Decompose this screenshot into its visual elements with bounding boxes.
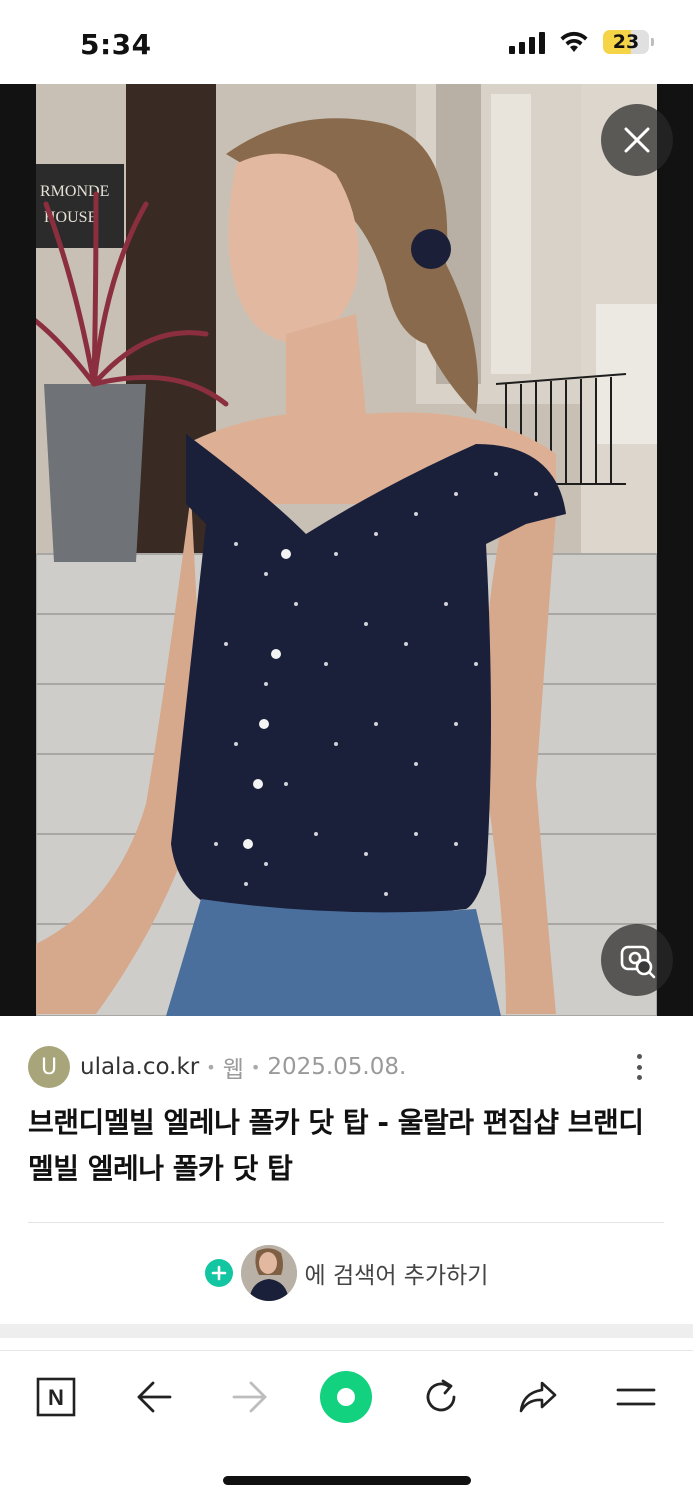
divider — [28, 1222, 664, 1223]
source-domain[interactable]: ulala.co.kr — [80, 1054, 199, 1080]
green-dot-icon — [320, 1371, 372, 1423]
section-separator — [0, 1324, 693, 1338]
status-bar: 5:34 23 — [0, 0, 693, 84]
source-type: 웹 — [222, 1057, 244, 1083]
bottom-toolbar: N — [0, 1350, 693, 1440]
menu-icon — [616, 1388, 656, 1406]
result-title[interactable]: 브랜디멜빌 엘레나 폴카 닷 탑 - 울랄라 편집샵 브랜디멜빌 엘레나 폴카 … — [28, 1100, 658, 1192]
share-icon — [519, 1381, 557, 1413]
product-photo: RMONDE HOUSE — [36, 84, 657, 1016]
forward-arrow-icon — [232, 1381, 267, 1413]
separator-dot: • — [250, 1057, 261, 1077]
photo-sign-text: RMONDE — [40, 183, 109, 200]
status-icons: 23 — [509, 30, 654, 54]
image-viewer: RMONDE HOUSE — [0, 84, 693, 1016]
status-time: 5:34 — [80, 28, 152, 61]
refresh-button[interactable] — [411, 1367, 471, 1427]
plus-icon — [204, 1259, 233, 1287]
close-button[interactable] — [601, 104, 673, 176]
image-search-icon — [620, 945, 656, 979]
refresh-icon — [426, 1379, 456, 1412]
source-date: 2025.05.08. — [267, 1054, 407, 1080]
back-arrow-icon — [137, 1381, 172, 1413]
share-button[interactable] — [508, 1367, 568, 1427]
forward-button[interactable] — [220, 1367, 280, 1427]
add-search-term-label: 에 검색어 추가하기 — [304, 1263, 489, 1289]
more-options-button[interactable] — [627, 1051, 651, 1083]
image-search-button[interactable] — [601, 924, 673, 996]
image-thumbnail — [240, 1245, 297, 1301]
svg-text:N: N — [48, 1385, 64, 1410]
cellular-signal-icon — [509, 30, 545, 54]
naver-home-button[interactable]: N — [26, 1367, 86, 1427]
add-search-term-button[interactable]: 에 검색어 추가하기 — [0, 1244, 693, 1302]
close-icon — [624, 127, 650, 153]
home-indicator[interactable] — [223, 1476, 471, 1485]
battery-icon: 23 — [603, 30, 654, 54]
separator-dot: • — [206, 1057, 216, 1077]
site-favicon: U — [28, 1046, 70, 1088]
green-dot-button[interactable] — [316, 1367, 376, 1427]
naver-home-icon: N — [36, 1377, 76, 1417]
back-button[interactable] — [124, 1367, 184, 1427]
result-source-row: U ulala.co.kr • 웹 • 2025.05.08. — [28, 1045, 673, 1089]
battery-level: 23 — [612, 31, 640, 53]
wifi-icon — [560, 31, 588, 52]
menu-button[interactable] — [606, 1367, 666, 1427]
